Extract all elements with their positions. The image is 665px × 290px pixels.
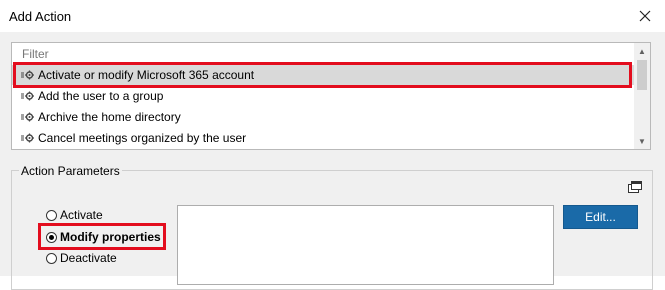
list-item-add-to-group[interactable]: Add the user to a group [12,86,634,106]
radio-label: Activate [60,208,103,222]
filter-input[interactable]: Filter [12,43,634,63]
title-bar: Add Action [0,0,665,32]
action-gear-icon [21,112,34,122]
list-item-label: Archive the home directory [38,110,181,124]
list-scrollbar[interactable]: ▲ ▼ [634,43,650,149]
parameters-text-area[interactable] [177,205,554,285]
radio-activate[interactable]: Activate [46,208,103,222]
radio-label: Modify properties [60,230,161,244]
list-item-activate-modify-m365[interactable]: Activate or modify Microsoft 365 account [12,65,634,85]
actions-list[interactable]: Filter Activate or modify Microsoft 365 … [11,42,651,150]
action-gear-icon [21,91,34,101]
panel-toggle-icon[interactable] [628,181,642,193]
action-gear-icon [21,70,34,80]
scroll-up-icon[interactable]: ▲ [634,43,650,59]
radio-circle[interactable] [46,252,57,264]
list-item-label: Cancel meetings organized by the user [38,131,247,145]
radio-circle[interactable] [46,209,57,221]
scroll-thumb[interactable] [637,60,647,90]
list-item-archive-home[interactable]: Archive the home directory [12,107,634,127]
action-gear-icon [21,133,34,143]
list-item-cancel-meetings[interactable]: Cancel meetings organized by the user [12,128,634,148]
radio-label: Deactivate [60,251,117,265]
close-icon[interactable] [635,6,655,26]
scroll-down-icon[interactable]: ▼ [634,133,650,149]
group-label: Action Parameters [19,164,122,178]
radio-circle[interactable] [46,231,57,243]
radio-modify-properties[interactable]: Modify properties [46,230,161,244]
radio-deactivate[interactable]: Deactivate [46,251,117,265]
edit-button[interactable]: Edit... [563,205,638,229]
list-item-label: Activate or modify Microsoft 365 account [38,68,255,82]
window-title: Add Action [9,9,72,24]
list-item-label: Add the user to a group [38,89,164,103]
